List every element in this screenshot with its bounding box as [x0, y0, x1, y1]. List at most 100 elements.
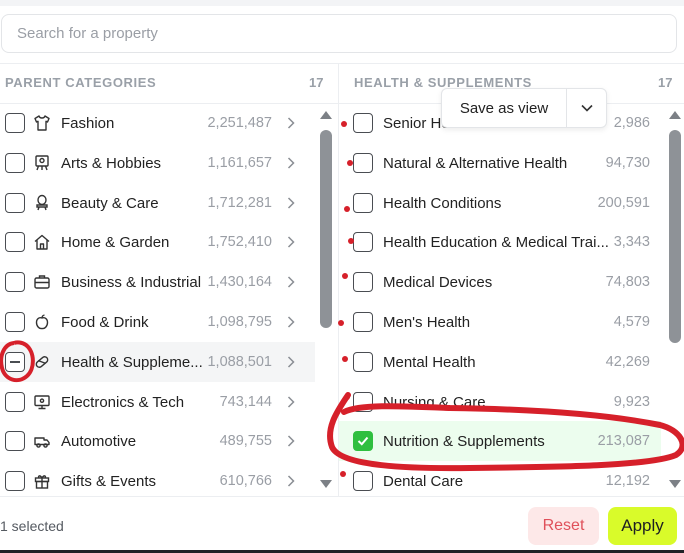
item-count: 743,144: [219, 394, 272, 410]
item-label: Fashion: [61, 114, 115, 132]
item-count: 1,430,164: [207, 274, 272, 290]
item-label: Gifts & Events: [61, 472, 157, 490]
left-scrollbar[interactable]: [319, 108, 333, 492]
list-item-fashion[interactable]: Fashion 2,251,487: [0, 103, 315, 143]
item-label: Food & Drink: [61, 313, 149, 331]
chevron-right-icon[interactable]: [287, 116, 297, 130]
item-count: 9,923: [613, 394, 650, 410]
checkbox[interactable]: [353, 153, 373, 173]
chevron-right-icon[interactable]: [287, 355, 297, 369]
list-item-nursing-care[interactable]: Nursing & Care 9,923: [339, 382, 661, 422]
checkbox[interactable]: [5, 113, 25, 133]
item-label: Health Education & Medical Trai...: [383, 233, 609, 251]
pill-icon: [33, 353, 51, 371]
home-icon: [33, 233, 51, 251]
checkbox[interactable]: [5, 232, 25, 252]
item-count: 2,251,487: [207, 115, 272, 131]
list-item-automotive[interactable]: Automotive 489,755: [0, 421, 315, 461]
chevron-right-icon[interactable]: [287, 315, 297, 329]
list-item-natural-alternative-health[interactable]: Natural & Alternative Health 94,730: [339, 143, 661, 183]
save-as-view-control[interactable]: Save as view: [441, 88, 607, 128]
item-label: Senior He: [383, 114, 450, 132]
list-item-mental-health[interactable]: Mental Health 42,269: [339, 342, 661, 382]
chevron-right-icon[interactable]: [287, 395, 297, 409]
item-count: 1,161,657: [207, 155, 272, 171]
chevron-right-icon[interactable]: [287, 474, 297, 488]
checkbox[interactable]: [353, 193, 373, 213]
item-count: 213,087: [597, 433, 650, 449]
item-label: Nursing & Care: [383, 393, 486, 411]
checkbox[interactable]: [353, 232, 373, 252]
scroll-thumb[interactable]: [320, 130, 332, 328]
annotation-dot: [347, 160, 353, 166]
list-item-medical-devices[interactable]: Medical Devices 74,803: [339, 262, 661, 302]
list-item-home-garden[interactable]: Home & Garden 1,752,410: [0, 222, 315, 262]
checkbox[interactable]: [5, 471, 25, 491]
scroll-thumb[interactable]: [669, 130, 681, 343]
checkbox-indeterminate[interactable]: [5, 352, 25, 372]
header-divider: [0, 63, 684, 64]
item-label: Beauty & Care: [61, 194, 159, 212]
checkbox[interactable]: [353, 113, 373, 133]
checkbox-checked[interactable]: [353, 431, 373, 451]
list-item-mens-health[interactable]: Men's Health 4,579: [339, 302, 661, 342]
checkbox[interactable]: [5, 272, 25, 292]
list-item-beauty-care[interactable]: Beauty & Care 1,712,281: [0, 183, 315, 223]
chevron-right-icon[interactable]: [287, 235, 297, 249]
chevron-right-icon[interactable]: [287, 196, 297, 210]
chevron-right-icon[interactable]: [287, 275, 297, 289]
chevron-right-icon[interactable]: [287, 156, 297, 170]
checkbox[interactable]: [353, 272, 373, 292]
save-as-view-button[interactable]: Save as view: [442, 89, 566, 127]
list-item-dental-care[interactable]: Dental Care 12,192: [339, 461, 661, 501]
chevron-right-icon[interactable]: [287, 434, 297, 448]
easel-icon: [33, 154, 51, 172]
list-item-nutrition-supplements[interactable]: Nutrition & Supplements 213,087: [339, 421, 661, 461]
item-label: Home & Garden: [61, 233, 170, 251]
list-item-arts-hobbies[interactable]: Arts & Hobbies 1,161,657: [0, 143, 315, 183]
list-item-health-education[interactable]: Health Education & Medical Trai... 3,343: [339, 222, 661, 262]
list-item-gifts-events[interactable]: Gifts & Events 610,766: [0, 461, 315, 501]
checkbox[interactable]: [5, 312, 25, 332]
item-count: 94,730: [605, 155, 650, 171]
item-count: 12,192: [605, 473, 650, 489]
briefcase-icon: [33, 273, 51, 291]
apply-button[interactable]: Apply: [608, 507, 677, 545]
annotation-dot: [340, 471, 346, 477]
annotation-dot: [344, 394, 350, 400]
checkbox[interactable]: [5, 153, 25, 173]
item-label: Arts & Hobbies: [61, 154, 162, 172]
list-item-business-industrial[interactable]: Business & Industrial 1,430,164: [0, 262, 315, 302]
checkbox[interactable]: [353, 392, 373, 412]
checkbox[interactable]: [5, 392, 25, 412]
scroll-up-arrow-icon[interactable]: [320, 111, 332, 119]
search-field[interactable]: [1, 14, 677, 53]
list-item-electronics-tech[interactable]: Electronics & Tech 743,144: [0, 382, 315, 422]
list-item-food-drink[interactable]: Food & Drink 1,098,795: [0, 302, 315, 342]
checkbox[interactable]: [353, 352, 373, 372]
checkbox[interactable]: [353, 312, 373, 332]
car-icon: [33, 432, 51, 450]
checkbox[interactable]: [353, 471, 373, 491]
scroll-down-arrow-icon[interactable]: [320, 480, 332, 488]
item-label: Health Conditions: [383, 194, 502, 212]
list-item-health-conditions[interactable]: Health Conditions 200,591: [339, 183, 661, 223]
checkbox[interactable]: [5, 193, 25, 213]
scroll-up-arrow-icon[interactable]: [669, 111, 681, 119]
annotation-dot: [341, 121, 347, 127]
item-count: 1,098,795: [207, 314, 272, 330]
reset-button[interactable]: Reset: [528, 507, 599, 545]
search-input[interactable]: [2, 15, 676, 52]
checkbox[interactable]: [5, 431, 25, 451]
scroll-down-arrow-icon[interactable]: [669, 480, 681, 488]
list-item-health-supplements[interactable]: Health & Suppleme... 1,088,501: [0, 342, 315, 382]
annotation-dot: [342, 273, 348, 279]
annotation-dot: [342, 356, 348, 362]
shirt-icon: [33, 114, 51, 132]
item-count: 610,766: [219, 473, 272, 489]
item-label: Health & Suppleme...: [61, 353, 203, 371]
item-label: Dental Care: [383, 472, 464, 490]
right-scrollbar[interactable]: [668, 108, 682, 492]
food-icon: [33, 313, 51, 331]
chevron-down-icon[interactable]: [567, 89, 606, 127]
